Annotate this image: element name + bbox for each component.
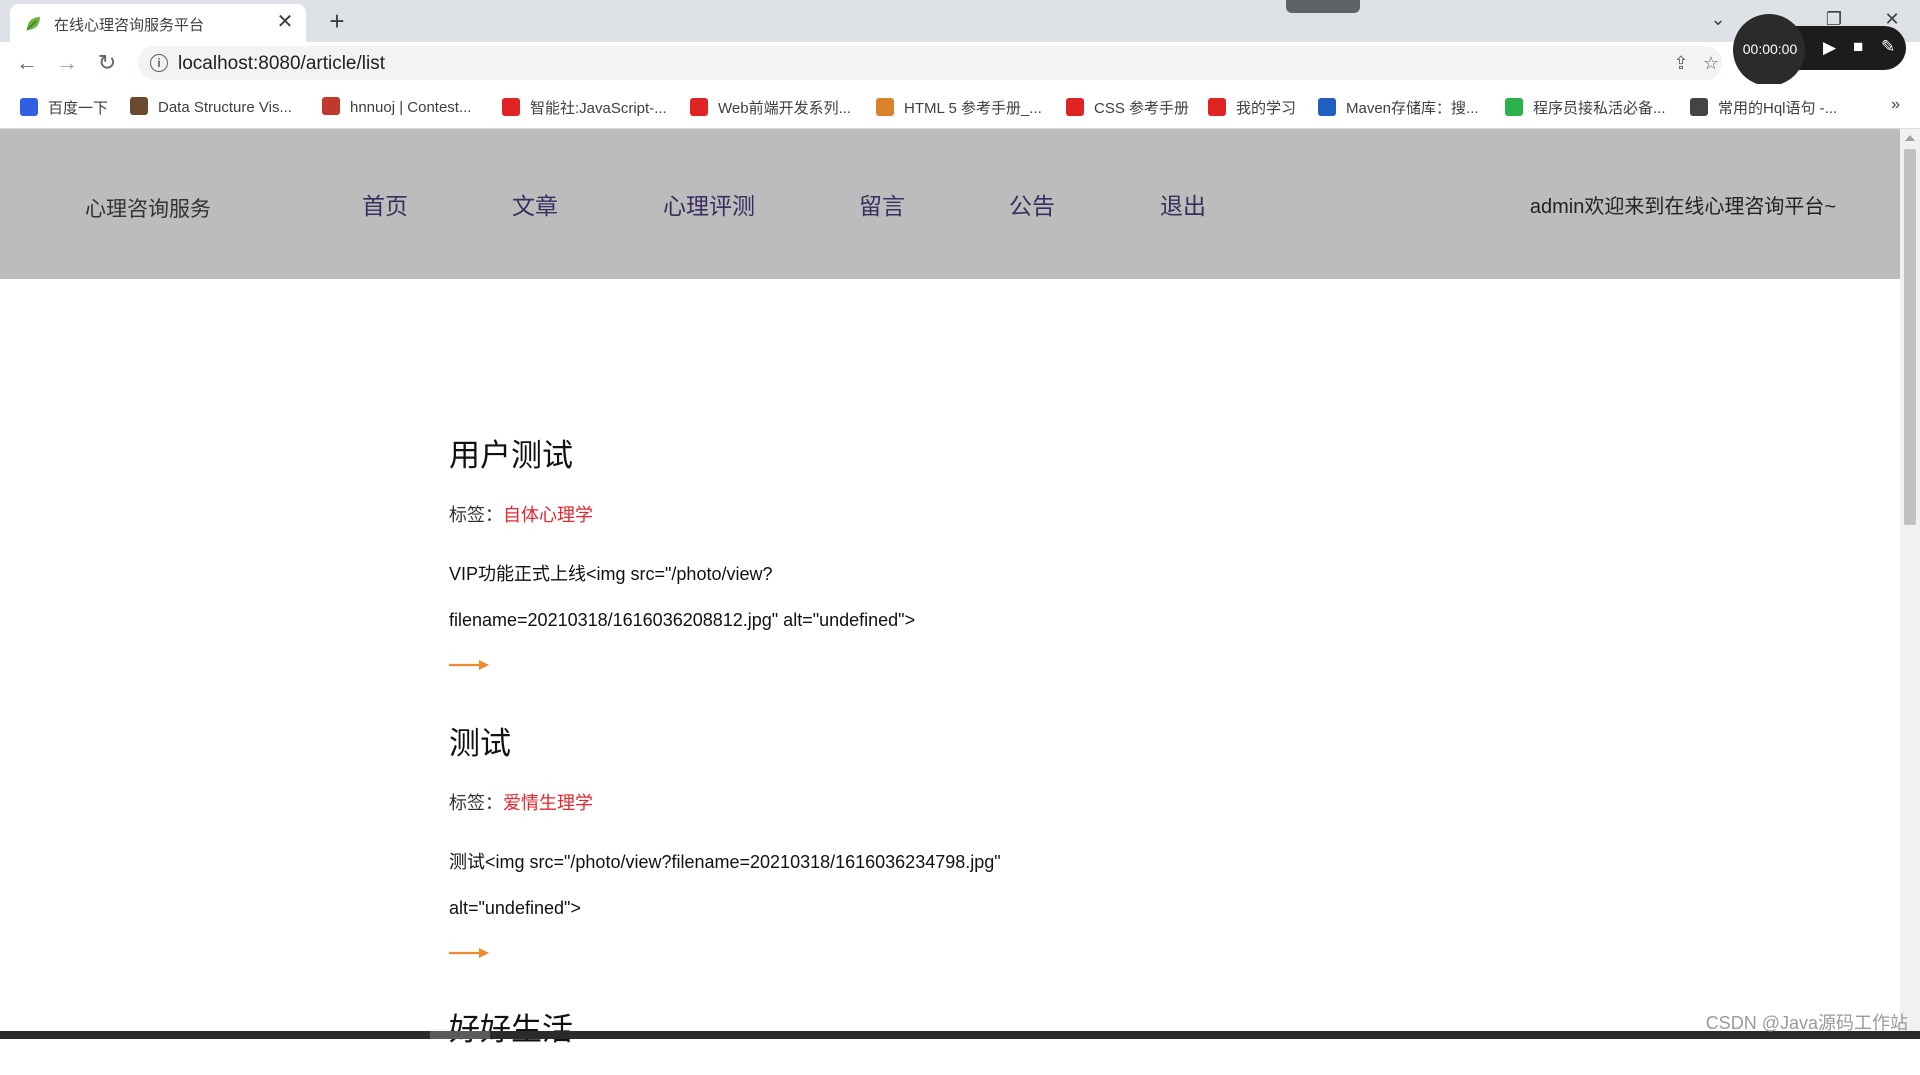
tab-strip: 在线心理咨询服务平台 ✕ + ⌄ ❐ ✕ [0, 0, 1920, 42]
article-excerpt: 测试<img src="/photo/view?filename=2021031… [449, 852, 1001, 918]
bookmark-favicon-icon [20, 98, 38, 116]
bookmark-favicon-icon [502, 98, 520, 116]
bookmark-item[interactable]: 常用的Hql语句 -... [1690, 97, 1837, 118]
article-tag[interactable]: 爱情生理学 [503, 793, 593, 813]
bookmarks-bar: » 百度一下 Data Structure Vis... hnnuoj | Cont… [0, 84, 1920, 129]
article-title[interactable]: 测试 [449, 718, 1009, 763]
bookmark-favicon-icon [690, 98, 708, 116]
leaf-icon [26, 17, 40, 31]
tag-label: 标签： [449, 793, 503, 813]
bookmark-label: hnnuoj | Contest... [350, 99, 472, 116]
bookmark-item[interactable]: 程序员接私活必备... [1505, 97, 1666, 118]
bookmark-favicon-icon [1690, 98, 1708, 116]
browser-tab[interactable]: 在线心理咨询服务平台 ✕ [10, 4, 306, 42]
bookmark-favicon-icon [130, 97, 148, 115]
bookmark-star-icon[interactable]: ☆ [1700, 52, 1722, 74]
forward-arrow-icon[interactable]: → [52, 48, 82, 78]
bookmark-item[interactable]: HTML 5 参考手册_... [876, 97, 1042, 118]
csdn-watermark: CSDN @Java源码工作站 [1705, 1013, 1908, 1033]
nav-announcements[interactable]: 公告 [1009, 187, 1055, 221]
tag-label: 标签： [449, 505, 503, 525]
article-tag[interactable]: 自体心理学 [503, 505, 593, 525]
bookmark-label: HTML 5 参考手册_... [904, 100, 1042, 117]
tab-close-icon[interactable]: ✕ [274, 11, 296, 33]
article-tag-row: 标签：自体心理学 [449, 501, 1009, 527]
bookmark-item[interactable]: Web前端开发系列... [690, 97, 851, 118]
address-bar[interactable]: i localhost:8080/article/list ⇪ ☆ [138, 46, 1722, 80]
article-excerpt: VIP功能正式上线<img src="/photo/view?filename=… [449, 564, 916, 630]
welcome-text: admin欢迎来到在线心理咨询平台~ [1529, 196, 1836, 218]
address-url[interactable]: localhost:8080/article/list [178, 53, 385, 75]
bookmark-label: CSS 参考手册 [1094, 100, 1190, 117]
article-item: 测试 标签：爱情生理学 测试<img src="/photo/view?file… [449, 718, 1009, 958]
article-item: 用户测试 标签：自体心理学 VIP功能正式上线<img src="/photo/… [449, 430, 1009, 670]
nav-articles[interactable]: 文章 [512, 187, 558, 221]
read-more-arrow-icon[interactable] [449, 658, 491, 672]
bookmark-favicon-icon [876, 98, 894, 116]
browser-toolbar: ← → ↻ i localhost:8080/article/list ⇪ ☆ [0, 42, 1920, 84]
bookmark-favicon-icon [1505, 98, 1523, 116]
nav-logout[interactable]: 退出 [1160, 187, 1206, 221]
bookmark-label: Maven存储库：搜... [1346, 100, 1479, 117]
screen-recorder-widget: 00:00:00 ▶ ■ ✎ [1733, 14, 1906, 86]
article-item: 好好生活 [449, 1004, 573, 1075]
bookmark-label: 我的学习 [1236, 100, 1297, 117]
reload-icon[interactable]: ↻ [92, 48, 122, 78]
bookmark-favicon-icon [322, 97, 340, 115]
article-title[interactable]: 用户测试 [449, 430, 1009, 475]
new-tab-button[interactable]: + [322, 6, 352, 36]
bookmark-label: Web前端开发系列... [718, 100, 852, 117]
site-info-icon[interactable]: i [150, 54, 168, 72]
scrollbar-thumb[interactable] [1904, 149, 1916, 525]
bookmark-item[interactable]: CSS 参考手册 [1066, 97, 1189, 118]
article-tag-row: 标签：爱情生理学 [449, 789, 1009, 815]
nav-messages[interactable]: 留言 [859, 187, 905, 221]
bookmark-favicon-icon [1208, 98, 1226, 116]
bookmark-item[interactable]: Data Structure Vis... [130, 97, 292, 116]
taskbar-thumb [430, 1031, 490, 1039]
bookmark-item[interactable]: 智能社:JavaScript-... [502, 97, 667, 118]
scroll-up-icon[interactable] [1905, 135, 1915, 141]
bookmark-favicon-icon [1066, 98, 1084, 116]
read-more-arrow-icon[interactable] [449, 946, 491, 960]
bookmark-label: 常用的Hql语句 -... [1718, 100, 1838, 117]
back-arrow-icon[interactable]: ← [12, 48, 42, 78]
site-header: 心理咨询服务 首页 文章 心理评测 留言 公告 退出 admin欢迎来到在线心理… [0, 129, 1900, 279]
nav-home[interactable]: 首页 [362, 187, 408, 221]
bookmark-item[interactable]: hnnuoj | Contest... [322, 97, 471, 116]
page-scrollbar[interactable] [1900, 129, 1920, 1031]
tab-search-handle [1286, 0, 1360, 13]
tab-dropdown-icon[interactable]: ⌄ [1700, 4, 1736, 34]
bookmark-item[interactable]: 我的学习 [1208, 97, 1296, 118]
article-title[interactable]: 好好生活 [449, 1004, 573, 1049]
recorder-time: 00:00:00 [1742, 41, 1798, 57]
bookmark-label: 百度一下 [48, 100, 109, 117]
play-icon[interactable]: ▶ [1823, 38, 1836, 58]
bookmark-item[interactable]: 百度一下 [20, 97, 108, 118]
bookmark-label: 程序员接私活必备... [1533, 100, 1666, 117]
tab-title: 在线心理咨询服务平台 [54, 17, 205, 34]
nav-assessment[interactable]: 心理评测 [663, 187, 755, 221]
share-icon[interactable]: ⇪ [1670, 52, 1692, 74]
taskbar-strip [0, 1031, 1920, 1039]
bookmark-label: Data Structure Vis... [158, 99, 292, 116]
bookmark-label: 智能社:JavaScript-... [530, 100, 667, 117]
pen-icon[interactable]: ✎ [1881, 37, 1895, 57]
stop-icon[interactable]: ■ [1853, 37, 1863, 57]
bookmarks-more-icon[interactable]: » [1891, 96, 1900, 114]
site-logo[interactable]: 心理咨询服务 [85, 193, 211, 223]
bookmark-item[interactable]: Maven存储库：搜... [1318, 97, 1479, 118]
bookmark-favicon-icon [1318, 98, 1336, 116]
